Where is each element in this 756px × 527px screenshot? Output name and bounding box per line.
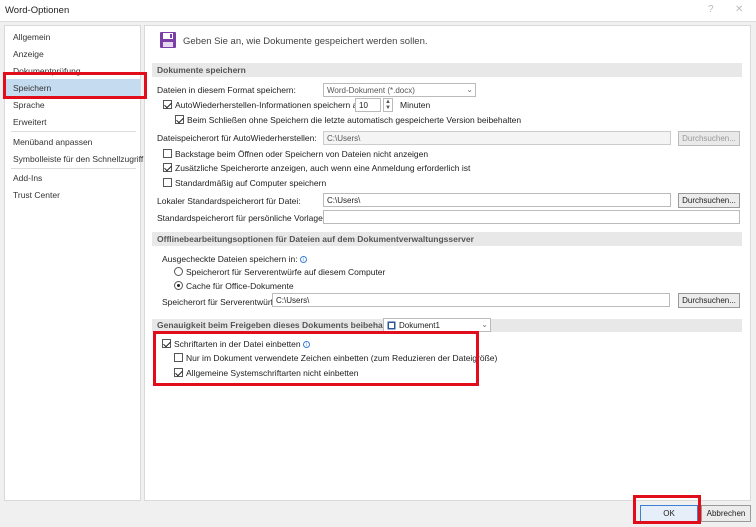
sidebar-divider (11, 168, 136, 169)
highlight-box-speichern (3, 72, 147, 99)
format-dropdown-value: Word-Dokument (*.docx) (327, 86, 415, 95)
section-header-offline: Offlinebearbeitungsoptionen für Dateien … (152, 232, 742, 246)
sidebar-item-allgemein[interactable]: Allgemein (13, 32, 50, 42)
word-document-icon (387, 321, 396, 330)
autorecover-minutes-input[interactable]: 10 (355, 98, 381, 112)
drafts-location-input[interactable]: C:\Users\ (272, 293, 670, 307)
extra-locations-label: Zusätzliche Speicherorte anzeigen, auch … (175, 163, 471, 173)
format-label: Dateien in diesem Format speichern: (157, 85, 296, 95)
keep-last-version-label: Beim Schließen ohne Speichern die letzte… (187, 115, 522, 125)
highlight-box-ok (633, 495, 701, 524)
title-bar: Word-Optionen ? ✕ (0, 0, 756, 22)
radio-office-cache-label: Cache für Office-Dokumente (186, 281, 294, 291)
radio-server-drafts-label: Speicherort für Serverentwürfe auf diese… (186, 267, 386, 277)
sidebar-item-menueband[interactable]: Menüband anpassen (13, 137, 92, 147)
help-icon[interactable]: ? (708, 4, 714, 15)
autorecover-minutes-value: 10 (359, 101, 368, 110)
highlight-box-embed-fonts (153, 331, 479, 386)
sidebar-item-schnellzugriff[interactable]: Symbolleiste für den Schnellzugriff (13, 154, 143, 164)
sidebar-item-sprache[interactable]: Sprache (13, 100, 45, 110)
backstage-label: Backstage beim Öffnen oder Speichern von… (175, 149, 429, 159)
templates-label: Standardspeicherort für persönliche Vorl… (157, 213, 330, 223)
autorecover-label: AutoWiederherstellen-Informationen speic… (175, 100, 366, 110)
autorecover-location-value: C:\Users\ (327, 134, 361, 143)
close-icon[interactable]: ✕ (735, 4, 743, 15)
page-description: Geben Sie an, wie Dokumente gespeichert … (183, 36, 428, 47)
window-title: Word-Optionen (5, 5, 70, 16)
sidebar-item-addins[interactable]: Add-Ins (13, 173, 42, 183)
autorecover-location-label: Dateispeicherort für AutoWiederherstelle… (157, 133, 317, 143)
document-dropdown[interactable]: Dokument1 ⌄ (383, 318, 491, 332)
checked-out-text: Ausgecheckte Dateien speichern in: (162, 254, 298, 264)
document-dropdown-value: Dokument1 (399, 321, 440, 330)
browse-local-default-button[interactable]: Durchsuchen... (678, 193, 740, 208)
local-default-value: C:\Users\ (327, 196, 361, 205)
browse-autorecover-button[interactable]: Durchsuchen... (678, 131, 740, 146)
sidebar-item-erweitert[interactable]: Erweitert (13, 117, 47, 127)
radio-office-cache[interactable] (174, 281, 183, 290)
minutes-spinner[interactable]: ▲ ▼ (383, 98, 393, 112)
default-computer-checkbox[interactable] (163, 178, 172, 187)
floppy-disk-icon (160, 32, 176, 48)
extra-locations-checkbox[interactable] (163, 163, 172, 172)
info-icon: i (299, 256, 307, 263)
checked-out-label: Ausgecheckte Dateien speichern in: i (162, 254, 307, 264)
templates-input[interactable] (323, 210, 740, 224)
drafts-location-label: Speicherort für Serverentwürfe: (162, 297, 281, 307)
autorecover-location-input[interactable]: C:\Users\ (323, 131, 671, 145)
main-panel: Geben Sie an, wie Dokumente gespeichert … (144, 25, 751, 501)
browse-drafts-button[interactable]: Durchsuchen... (678, 293, 740, 308)
chevron-down-icon: ⌄ (466, 85, 473, 94)
backstage-checkbox[interactable] (163, 149, 172, 158)
format-dropdown[interactable]: Word-Dokument (*.docx) ⌄ (323, 83, 476, 97)
local-default-input[interactable]: C:\Users\ (323, 193, 671, 207)
minutes-label: Minuten (400, 100, 431, 110)
drafts-location-value: C:\Users\ (276, 296, 310, 305)
sidebar-item-trust-center[interactable]: Trust Center (13, 190, 60, 200)
cancel-button[interactable]: Abbrechen (701, 505, 751, 522)
keep-last-version-checkbox[interactable] (175, 115, 184, 124)
sidebar-item-anzeige[interactable]: Anzeige (13, 49, 44, 59)
section-header-save: Dokumente speichern (152, 63, 742, 77)
radio-server-drafts[interactable] (174, 267, 183, 276)
local-default-label: Lokaler Standardspeicherort für Datei: (157, 196, 301, 206)
sidebar-divider (11, 131, 136, 132)
default-computer-label: Standardmäßig auf Computer speichern (175, 178, 327, 188)
chevron-down-icon: ⌄ (481, 320, 488, 329)
autorecover-checkbox[interactable] (163, 100, 172, 109)
